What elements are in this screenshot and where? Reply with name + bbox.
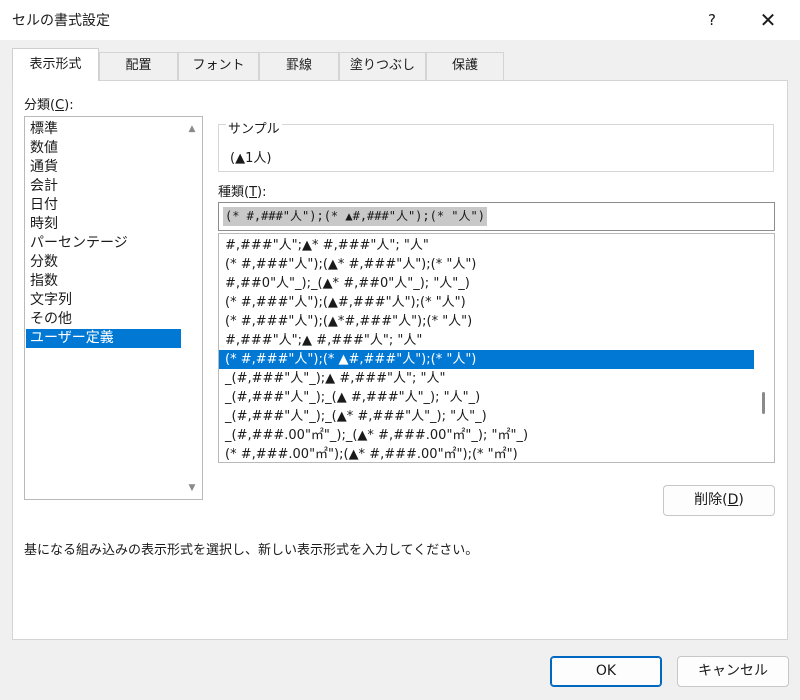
tab-alignment[interactable]: 配置 <box>99 52 178 80</box>
description-text: 基になる組み込みの表示形式を選択し、新しい表示形式を入力してください。 <box>24 543 479 558</box>
category-item-currency[interactable]: 通貨 <box>26 158 181 177</box>
format-code-list[interactable]: #,###"人";▲* #,###"人"; "人" (* #,###"人");(… <box>218 233 775 463</box>
type-label: 種類(T): <box>218 185 267 200</box>
sample-value: (▲1人) <box>230 151 272 166</box>
format-item[interactable]: (* #,###"人");(▲#,###"人");(* "人") <box>219 293 754 312</box>
category-item-general[interactable]: 標準 <box>26 120 181 139</box>
category-item-number[interactable]: 数値 <box>26 139 181 158</box>
category-item-time[interactable]: 時刻 <box>26 215 181 234</box>
format-item[interactable]: #,###"人";▲* #,###"人"; "人" <box>219 236 754 255</box>
category-item-date[interactable]: 日付 <box>26 196 181 215</box>
title-bar: セルの書式設定 ? ✕ <box>0 0 800 40</box>
format-cells-dialog: セルの書式設定 ? ✕ 表示形式 配置 フォント 罫線 塗りつぶし 保護 分類(… <box>0 0 800 700</box>
format-item[interactable]: (* #,###.00"㎡");(▲* #,###.00"㎡");(* "㎡") <box>219 445 754 462</box>
category-item-accounting[interactable]: 会計 <box>26 177 181 196</box>
category-label: 分類(C): <box>24 98 74 113</box>
category-item-special[interactable]: その他 <box>26 310 181 329</box>
type-input[interactable]: (* #,###"人");(* ▲#,###"人");(* "人") <box>218 202 775 231</box>
format-list-scrollbar[interactable] <box>754 234 774 462</box>
tab-fill[interactable]: 塗りつぶし <box>339 52 426 80</box>
tab-protection[interactable]: 保護 <box>426 52 504 80</box>
tab-font[interactable]: フォント <box>178 52 259 80</box>
sample-label: サンプル <box>226 118 282 137</box>
close-button[interactable]: ✕ <box>746 6 790 34</box>
sample-group <box>218 124 774 172</box>
tab-number[interactable]: 表示形式 <box>12 48 99 81</box>
cancel-button[interactable]: キャンセル <box>677 656 789 687</box>
type-input-value: (* #,###"人");(* ▲#,###"人");(* "人") <box>223 207 487 226</box>
ok-button[interactable]: OK <box>550 656 662 687</box>
dialog-title: セルの書式設定 <box>12 13 110 29</box>
format-item[interactable]: _(#,###"人"_);_(▲* #,###"人"_); "人"_) <box>219 407 754 426</box>
scrollbar-thumb[interactable] <box>762 392 765 414</box>
category-item-custom[interactable]: ユーザー定義 <box>26 329 181 348</box>
category-item-percentage[interactable]: パーセンテージ <box>26 234 181 253</box>
format-item[interactable]: (* #,###"人");(▲* #,###"人");(* "人") <box>219 255 754 274</box>
format-item[interactable]: #,##0"人"_);_(▲* #,##0"人"_); "人"_) <box>219 274 754 293</box>
category-item-text[interactable]: 文字列 <box>26 291 181 310</box>
format-item[interactable]: _(#,###.00"㎡"_);_(▲* #,###.00"㎡"_); "㎡"_… <box>219 426 754 445</box>
scroll-up-icon[interactable]: ▲ <box>186 122 198 136</box>
category-item-fraction[interactable]: 分数 <box>26 253 181 272</box>
help-button[interactable]: ? <box>690 6 734 34</box>
tab-border[interactable]: 罫線 <box>259 52 339 80</box>
category-scrollbar[interactable]: ▲ ▼ <box>182 117 202 499</box>
format-item-selected[interactable]: (* #,###"人");(* ▲#,###"人");(* "人") <box>219 350 754 369</box>
format-item[interactable]: _(#,###"人"_);▲ #,###"人"; "人" <box>219 369 754 388</box>
scroll-down-icon[interactable]: ▼ <box>186 481 198 495</box>
format-item[interactable]: (* #,###"人");(▲*#,###"人");(* "人") <box>219 312 754 331</box>
category-list[interactable]: 標準 数値 通貨 会計 日付 時刻 パーセンテージ 分数 指数 文字列 その他 … <box>24 116 203 500</box>
category-item-scientific[interactable]: 指数 <box>26 272 181 291</box>
delete-button[interactable]: 削除(D) <box>663 485 775 516</box>
format-item[interactable]: #,###"人";▲ #,###"人"; "人" <box>219 331 754 350</box>
format-item[interactable]: _(#,###"人"_);_(▲ #,###"人"_); "人"_) <box>219 388 754 407</box>
